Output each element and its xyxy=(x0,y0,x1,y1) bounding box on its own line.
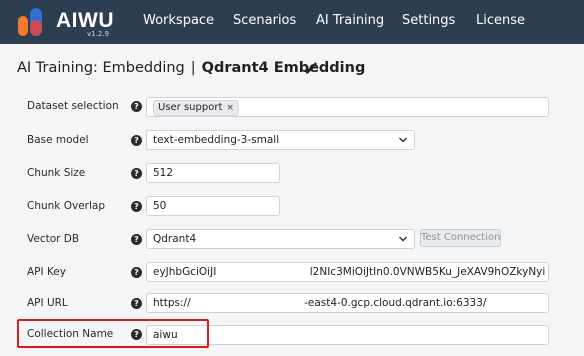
api-url-visible-start: https:// xyxy=(153,297,191,309)
version-label: v1.2.9 xyxy=(87,30,109,38)
chunk-overlap-value: 50 xyxy=(153,200,167,212)
help-icon[interactable]: ? xyxy=(131,234,142,245)
api-key-input[interactable]: eyJhbGciOiJI l2NIc3MiOiJtIn0.0VNWB5Ku_Je… xyxy=(146,262,549,282)
api-url-label: API URL xyxy=(27,297,68,309)
base-model-select[interactable]: text-embedding-3-small xyxy=(146,130,415,150)
help-icon[interactable]: ? xyxy=(131,298,142,309)
nav-settings[interactable]: Settings xyxy=(402,13,455,28)
base-model-label: Base model xyxy=(27,134,89,146)
chunk-overlap-input[interactable]: 50 xyxy=(146,196,280,216)
pencil-icon[interactable] xyxy=(304,61,318,75)
chevron-down-icon xyxy=(398,137,408,143)
nav-scenarios[interactable]: Scenarios xyxy=(233,13,296,28)
vector-db-label: Vector DB xyxy=(27,233,80,245)
chunk-size-label: Chunk Size xyxy=(27,167,86,179)
dataset-tag-label: User support xyxy=(158,102,223,113)
vector-db-select[interactable]: Qdrant4 xyxy=(146,229,415,249)
api-url-visible-end: -east4-0.gcp.cloud.qdrant.io:6333/ xyxy=(304,297,487,309)
chunk-overlap-label: Chunk Overlap xyxy=(27,200,105,212)
chunk-size-input[interactable]: 512 xyxy=(146,163,280,183)
chevron-down-icon xyxy=(398,236,408,242)
help-icon[interactable]: ? xyxy=(131,101,142,112)
help-icon[interactable]: ? xyxy=(131,168,142,179)
api-key-label: API Key xyxy=(27,266,66,278)
redacted-region xyxy=(216,266,309,278)
api-key-visible-end: l2NIc3MiOiJtIn0.0VNWB5Ku_JeXAV9hOZkyNyi xyxy=(309,266,546,278)
dataset-multiselect[interactable]: User support × xyxy=(146,97,549,117)
nav-workspace[interactable]: Workspace xyxy=(143,13,214,28)
api-key-visible-start: eyJhbGciOiJI xyxy=(153,266,217,278)
dataset-selection-label: Dataset selection xyxy=(27,100,119,112)
help-icon[interactable]: ? xyxy=(131,267,142,278)
title-name: Qdrant4 Embedding xyxy=(201,60,366,76)
vector-db-value: Qdrant4 xyxy=(153,233,197,245)
nav-ai-training[interactable]: AI Training xyxy=(316,13,384,28)
top-navigation-bar: AIWU v1.2.9 Workspace Scenarios AI Train… xyxy=(0,0,584,44)
api-url-input[interactable]: https:// -east4-0.gcp.cloud.qdrant.io:63… xyxy=(146,293,549,313)
nav-license[interactable]: License xyxy=(476,13,525,28)
base-model-value: text-embedding-3-small xyxy=(153,134,280,146)
title-section: AI Training: Embedding xyxy=(17,60,185,76)
title-separator: | xyxy=(190,60,196,76)
redacted-region xyxy=(191,297,304,309)
highlight-annotation-box xyxy=(17,319,209,348)
remove-tag-icon[interactable]: × xyxy=(226,103,234,113)
help-icon[interactable]: ? xyxy=(131,135,142,146)
help-icon[interactable]: ? xyxy=(131,201,142,212)
test-connection-button[interactable]: Test Connection xyxy=(420,229,501,247)
dataset-tag: User support × xyxy=(153,100,239,116)
chunk-size-value: 512 xyxy=(153,167,174,179)
aiwu-logo-icon[interactable] xyxy=(16,6,50,38)
